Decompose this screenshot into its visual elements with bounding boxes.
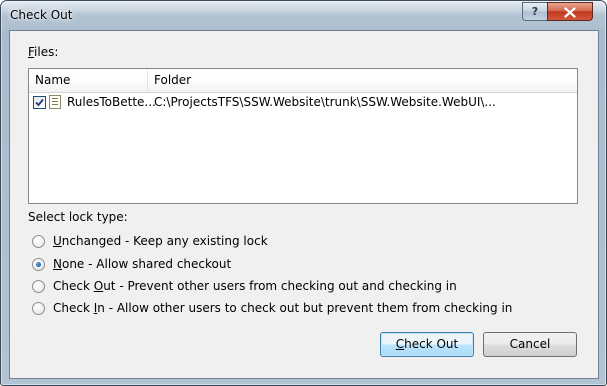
dialog-content: Files: Name Folder RulesToBette... C:\Pr… [9, 30, 599, 379]
close-icon [564, 7, 576, 18]
lock-type-label: Select lock type: [28, 210, 128, 224]
radio-check-out-label: Check Out - Prevent other users from che… [53, 279, 457, 293]
radio-unchanged-label: Unchanged - Keep any existing lock [53, 234, 268, 248]
file-checkbox[interactable] [33, 96, 46, 109]
radio-check-out[interactable]: Check Out - Prevent other users from che… [32, 279, 457, 295]
radio-button[interactable] [32, 235, 45, 248]
radio-check-in[interactable]: Check In - Allow other users to check ou… [32, 301, 512, 317]
radio-none[interactable]: None - Allow shared checkout [32, 257, 242, 273]
radio-button[interactable] [32, 302, 45, 315]
file-name: RulesToBette... [67, 95, 156, 109]
file-row[interactable]: RulesToBette... C:\ProjectsTFS\SSW.Websi… [29, 93, 577, 111]
radio-button-selected[interactable] [32, 258, 45, 271]
close-button[interactable] [547, 2, 593, 21]
cancel-button[interactable]: Cancel [483, 332, 577, 357]
title-bar[interactable]: Check Out ? [1, 1, 606, 29]
files-label: Files: [28, 45, 59, 59]
document-icon [49, 95, 61, 109]
help-button[interactable]: ? [522, 2, 547, 21]
file-folder: C:\ProjectsTFS\SSW.Website\trunk\SSW.Web… [154, 95, 496, 109]
window-title: Check Out [10, 8, 73, 22]
check-out-button[interactable]: Check Out [380, 332, 474, 357]
radio-unchanged[interactable]: Unchanged - Keep any existing lock [32, 234, 268, 250]
files-list[interactable]: Name Folder RulesToBette... C:\ProjectsT… [28, 68, 578, 204]
files-list-header: Name Folder [29, 69, 577, 93]
radio-none-label: None - Allow shared checkout [53, 257, 232, 271]
radio-button[interactable] [32, 280, 45, 293]
radio-check-in-label: Check In - Allow other users to check ou… [53, 301, 513, 315]
column-header-folder[interactable]: Folder [148, 69, 577, 92]
checkmark-icon [35, 98, 44, 107]
column-header-name[interactable]: Name [29, 69, 148, 92]
check-out-dialog: Check Out ? Files: Name Folder RulesToBe… [0, 0, 607, 386]
